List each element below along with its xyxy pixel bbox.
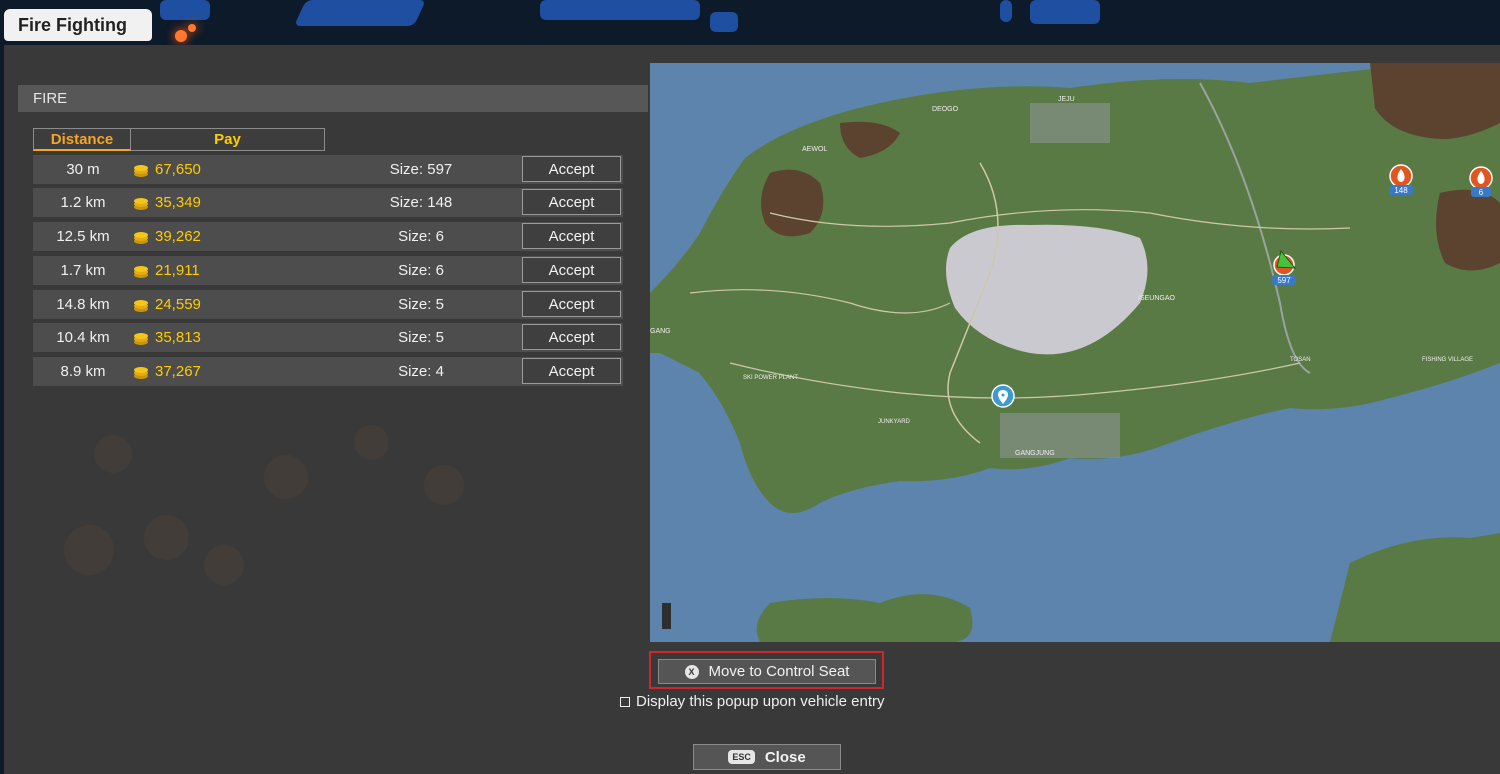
map-label-deogo: DEOGO — [932, 106, 959, 113]
fire-row: 1.2 km 35,349 Size: 148 Accept — [33, 188, 623, 217]
section-header: FIRE — [18, 85, 648, 112]
svg-text:GANGJUNG: GANGJUNG — [1015, 450, 1055, 457]
map-image: AEWOL DEOGO JEJU ISEUNGAO GANGJUNG TOSAN… — [650, 63, 1500, 642]
svg-text:148: 148 — [1394, 186, 1408, 195]
fire-row: 1.7 km 21,911 Size: 6 Accept — [33, 256, 623, 285]
map-label-junkyard: JUNKYARD — [878, 419, 911, 425]
fire-distance: 12.5 km — [56, 228, 110, 245]
fire-row: 30 m 67,650 Size: 597 Accept — [33, 155, 623, 184]
fire-pay: 67,650 — [155, 161, 201, 178]
fire-size: Size: 597 — [389, 161, 453, 178]
fire-pay: 37,267 — [155, 363, 201, 380]
map-label-gangjung: GANGJUNG — [1015, 450, 1055, 457]
table-column-headers: Distance Pay — [33, 128, 325, 151]
accept-button[interactable]: Accept — [522, 156, 621, 182]
coin-icon — [134, 300, 148, 312]
accept-button[interactable]: Accept — [522, 189, 621, 215]
fire-distance: 1.2 km — [60, 194, 106, 211]
svg-text:ISEUNGAO: ISEUNGAO — [1138, 295, 1176, 302]
close-button[interactable]: ESC Close — [693, 744, 841, 770]
map-label-aewol: AEWOL — [802, 146, 827, 153]
map-label-tosan: TOSAN — [1290, 357, 1311, 363]
map-label-iseungao: ISEUNGAO — [1138, 295, 1176, 302]
map-panel[interactable]: AEWOL DEOGO JEJU ISEUNGAO GANGJUNG TOSAN… — [650, 63, 1500, 642]
fire-distance: 1.7 km — [60, 262, 106, 279]
x-key-icon: X — [684, 664, 699, 679]
accept-button[interactable]: Accept — [522, 324, 621, 350]
coin-icon — [134, 198, 148, 210]
svg-text:AEWOL: AEWOL — [802, 146, 827, 153]
svg-text:DEOGO: DEOGO — [932, 106, 959, 113]
fire-distance: 8.9 km — [60, 363, 106, 380]
coin-icon — [134, 232, 148, 244]
accept-button[interactable]: Accept — [522, 257, 621, 283]
accept-button[interactable]: Accept — [522, 291, 621, 317]
window-title: Fire Fighting — [18, 14, 127, 35]
svg-text:GANG: GANG — [650, 328, 671, 335]
location-pin-marker[interactable] — [991, 384, 1015, 408]
esc-key-icon: ESC — [728, 750, 755, 764]
coin-icon — [134, 165, 148, 177]
control-seat-label: Move to Control Seat — [708, 663, 850, 680]
section-title: FIRE — [33, 90, 68, 107]
fire-row: 14.8 km 24,559 Size: 5 Accept — [33, 290, 623, 319]
fire-size: Size: 6 — [398, 262, 444, 279]
map-label-fishing-village: FISHING VILLAGE — [1422, 357, 1473, 363]
move-to-control-seat-button[interactable]: X Move to Control Seat — [658, 659, 876, 684]
svg-text:597: 597 — [1277, 276, 1291, 285]
fire-distance: 30 m — [66, 161, 100, 178]
map-label-ski-power-plant: SKI POWER PLANT — [743, 375, 798, 381]
fire-size: Size: 6 — [398, 228, 444, 245]
svg-text:TOSAN: TOSAN — [1290, 357, 1311, 363]
coin-icon — [134, 333, 148, 345]
svg-text:6: 6 — [1479, 188, 1484, 197]
fire-row: 12.5 km 39,262 Size: 6 Accept — [33, 222, 623, 251]
fire-size: Size: 5 — [398, 296, 444, 313]
svg-text:FISHING VILLAGE: FISHING VILLAGE — [1422, 357, 1473, 363]
fire-distance: 14.8 km — [56, 296, 110, 313]
fire-row: 10.4 km 35,813 Size: 5 Accept — [33, 323, 623, 352]
svg-text:JEJU: JEJU — [1058, 96, 1075, 103]
coin-icon — [134, 367, 148, 379]
fire-size: Size: 5 — [398, 329, 444, 346]
close-label: Close — [764, 748, 806, 766]
fire-size: Size: 148 — [389, 194, 453, 211]
display-popup-label: Display this popup upon vehicle entry — [636, 693, 885, 710]
svg-text:JUNKYARD: JUNKYARD — [878, 419, 911, 425]
pay-column-header[interactable]: Pay — [131, 128, 325, 151]
display-popup-option: Display this popup upon vehicle entry — [620, 693, 884, 710]
fire-pay: 35,349 — [155, 194, 201, 211]
fire-size: Size: 4 — [398, 363, 444, 380]
map-label-gang: GANG — [650, 328, 671, 335]
fire-distance: 10.4 km — [56, 329, 110, 346]
fire-row: 8.9 km 37,267 Size: 4 Accept — [33, 357, 623, 386]
fire-pay: 21,911 — [155, 262, 200, 279]
fire-marker-6[interactable]: 6 — [1469, 166, 1493, 197]
fire-marker-148[interactable]: 148 — [1389, 164, 1413, 195]
distance-column-header[interactable]: Distance — [33, 128, 131, 151]
fire-pay: 24,559 — [155, 296, 201, 313]
coin-icon — [134, 266, 148, 278]
accept-button[interactable]: Accept — [522, 358, 621, 384]
fire-pay: 35,813 — [155, 329, 201, 346]
map-label-jeju: JEJU — [1058, 96, 1075, 103]
svg-text:SKI POWER PLANT: SKI POWER PLANT — [743, 375, 798, 381]
fire-pay: 39,262 — [155, 228, 201, 245]
display-popup-checkbox[interactable] — [620, 696, 630, 707]
accept-button[interactable]: Accept — [522, 223, 621, 249]
window-title-tab: Fire Fighting — [4, 9, 152, 41]
